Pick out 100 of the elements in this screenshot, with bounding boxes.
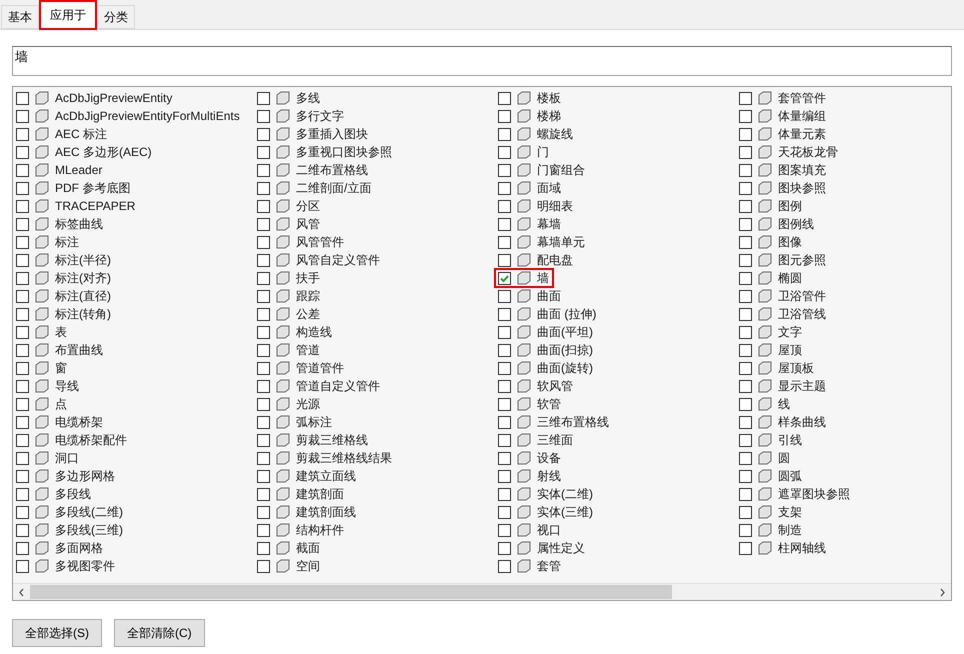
- checkbox[interactable]: [739, 128, 752, 140]
- checkbox[interactable]: [257, 236, 270, 248]
- checkbox[interactable]: [498, 434, 511, 446]
- checkbox[interactable]: [498, 326, 511, 338]
- checkbox[interactable]: [498, 452, 511, 464]
- checkbox[interactable]: [498, 92, 511, 104]
- checkbox[interactable]: [257, 362, 270, 374]
- checkbox[interactable]: [739, 218, 752, 230]
- tab[interactable]: 分类: [97, 5, 135, 29]
- checkbox[interactable]: [16, 452, 29, 464]
- checkbox[interactable]: [257, 218, 270, 230]
- checkbox[interactable]: [257, 488, 270, 500]
- checkbox[interactable]: [739, 344, 752, 356]
- checkbox[interactable]: [498, 146, 511, 158]
- checkbox[interactable]: [16, 560, 29, 572]
- checkbox[interactable]: [16, 506, 29, 518]
- checkbox[interactable]: [16, 380, 29, 392]
- checkbox[interactable]: [257, 560, 270, 572]
- checkbox[interactable]: [498, 542, 511, 554]
- checkbox[interactable]: [739, 308, 752, 320]
- checkbox[interactable]: [16, 92, 29, 104]
- filter-field[interactable]: 墙: [12, 46, 952, 76]
- checkbox[interactable]: [16, 254, 29, 266]
- checkbox[interactable]: [257, 254, 270, 266]
- tab[interactable]: 应用于: [39, 0, 97, 30]
- checkbox[interactable]: [498, 470, 511, 482]
- checkbox[interactable]: [257, 146, 270, 158]
- checkbox[interactable]: [739, 326, 752, 338]
- checkbox[interactable]: [16, 236, 29, 248]
- checkbox[interactable]: [16, 434, 29, 446]
- checkbox[interactable]: [739, 434, 752, 446]
- checkbox[interactable]: [498, 362, 511, 374]
- checkbox[interactable]: [498, 506, 511, 518]
- checkbox[interactable]: [739, 236, 752, 248]
- checkbox[interactable]: [16, 128, 29, 140]
- checkbox[interactable]: [16, 470, 29, 482]
- checkbox[interactable]: [498, 200, 511, 212]
- checkbox[interactable]: [16, 182, 29, 194]
- checkbox[interactable]: [16, 398, 29, 410]
- tab[interactable]: 基本: [1, 5, 39, 29]
- checkbox[interactable]: [257, 398, 270, 410]
- checkbox[interactable]: [498, 524, 511, 536]
- scroll-thumb[interactable]: [30, 585, 672, 599]
- checkbox[interactable]: [16, 290, 29, 302]
- checkbox[interactable]: [498, 560, 511, 572]
- checkbox[interactable]: [16, 362, 29, 374]
- checkbox[interactable]: [498, 218, 511, 230]
- checkbox[interactable]: [739, 290, 752, 302]
- checkbox[interactable]: [16, 344, 29, 356]
- checkbox[interactable]: [257, 164, 270, 176]
- checkbox[interactable]: [739, 416, 752, 428]
- checkbox[interactable]: [257, 128, 270, 140]
- checkbox[interactable]: [739, 542, 752, 554]
- checkbox[interactable]: [498, 182, 511, 194]
- checkbox[interactable]: [739, 524, 752, 536]
- action-button[interactable]: 全部选择(S): [12, 619, 102, 647]
- checkbox[interactable]: [739, 380, 752, 392]
- checkbox[interactable]: [16, 218, 29, 230]
- checkbox[interactable]: [16, 200, 29, 212]
- checkbox[interactable]: [16, 164, 29, 176]
- checkbox[interactable]: [498, 164, 511, 176]
- checkbox[interactable]: [739, 110, 752, 122]
- checkbox[interactable]: [257, 92, 270, 104]
- checkbox[interactable]: [257, 506, 270, 518]
- checkbox[interactable]: [257, 344, 270, 356]
- checkbox[interactable]: [257, 434, 270, 446]
- checkbox[interactable]: [16, 272, 29, 284]
- checkbox[interactable]: [257, 110, 270, 122]
- checkbox[interactable]: [739, 398, 752, 410]
- checkbox[interactable]: [498, 110, 511, 122]
- checkbox[interactable]: [739, 92, 752, 104]
- checkbox[interactable]: [498, 488, 511, 500]
- checkbox[interactable]: [498, 128, 511, 140]
- checkbox[interactable]: [16, 146, 29, 158]
- checkbox[interactable]: [739, 200, 752, 212]
- checkbox[interactable]: [257, 182, 270, 194]
- checkbox[interactable]: [16, 308, 29, 320]
- checkbox[interactable]: [498, 290, 511, 302]
- checkbox[interactable]: [739, 254, 752, 266]
- checkbox[interactable]: [257, 326, 270, 338]
- checkbox[interactable]: [257, 470, 270, 482]
- checkbox[interactable]: [257, 200, 270, 212]
- checkbox[interactable]: [739, 470, 752, 482]
- checkbox[interactable]: [498, 416, 511, 428]
- checkbox[interactable]: [16, 488, 29, 500]
- checkbox[interactable]: [257, 524, 270, 536]
- checkbox[interactable]: [16, 416, 29, 428]
- checkbox[interactable]: [257, 452, 270, 464]
- checkbox[interactable]: [498, 398, 511, 410]
- checkbox[interactable]: [739, 182, 752, 194]
- checkbox[interactable]: [498, 254, 511, 266]
- checkbox[interactable]: [739, 506, 752, 518]
- checkbox[interactable]: [16, 110, 29, 122]
- checkbox[interactable]: [739, 272, 752, 284]
- checkbox[interactable]: [16, 542, 29, 554]
- checkbox[interactable]: [257, 380, 270, 392]
- checkbox[interactable]: [739, 452, 752, 464]
- checkbox[interactable]: [498, 308, 511, 320]
- checkbox[interactable]: [257, 272, 270, 284]
- checkbox[interactable]: [498, 380, 511, 392]
